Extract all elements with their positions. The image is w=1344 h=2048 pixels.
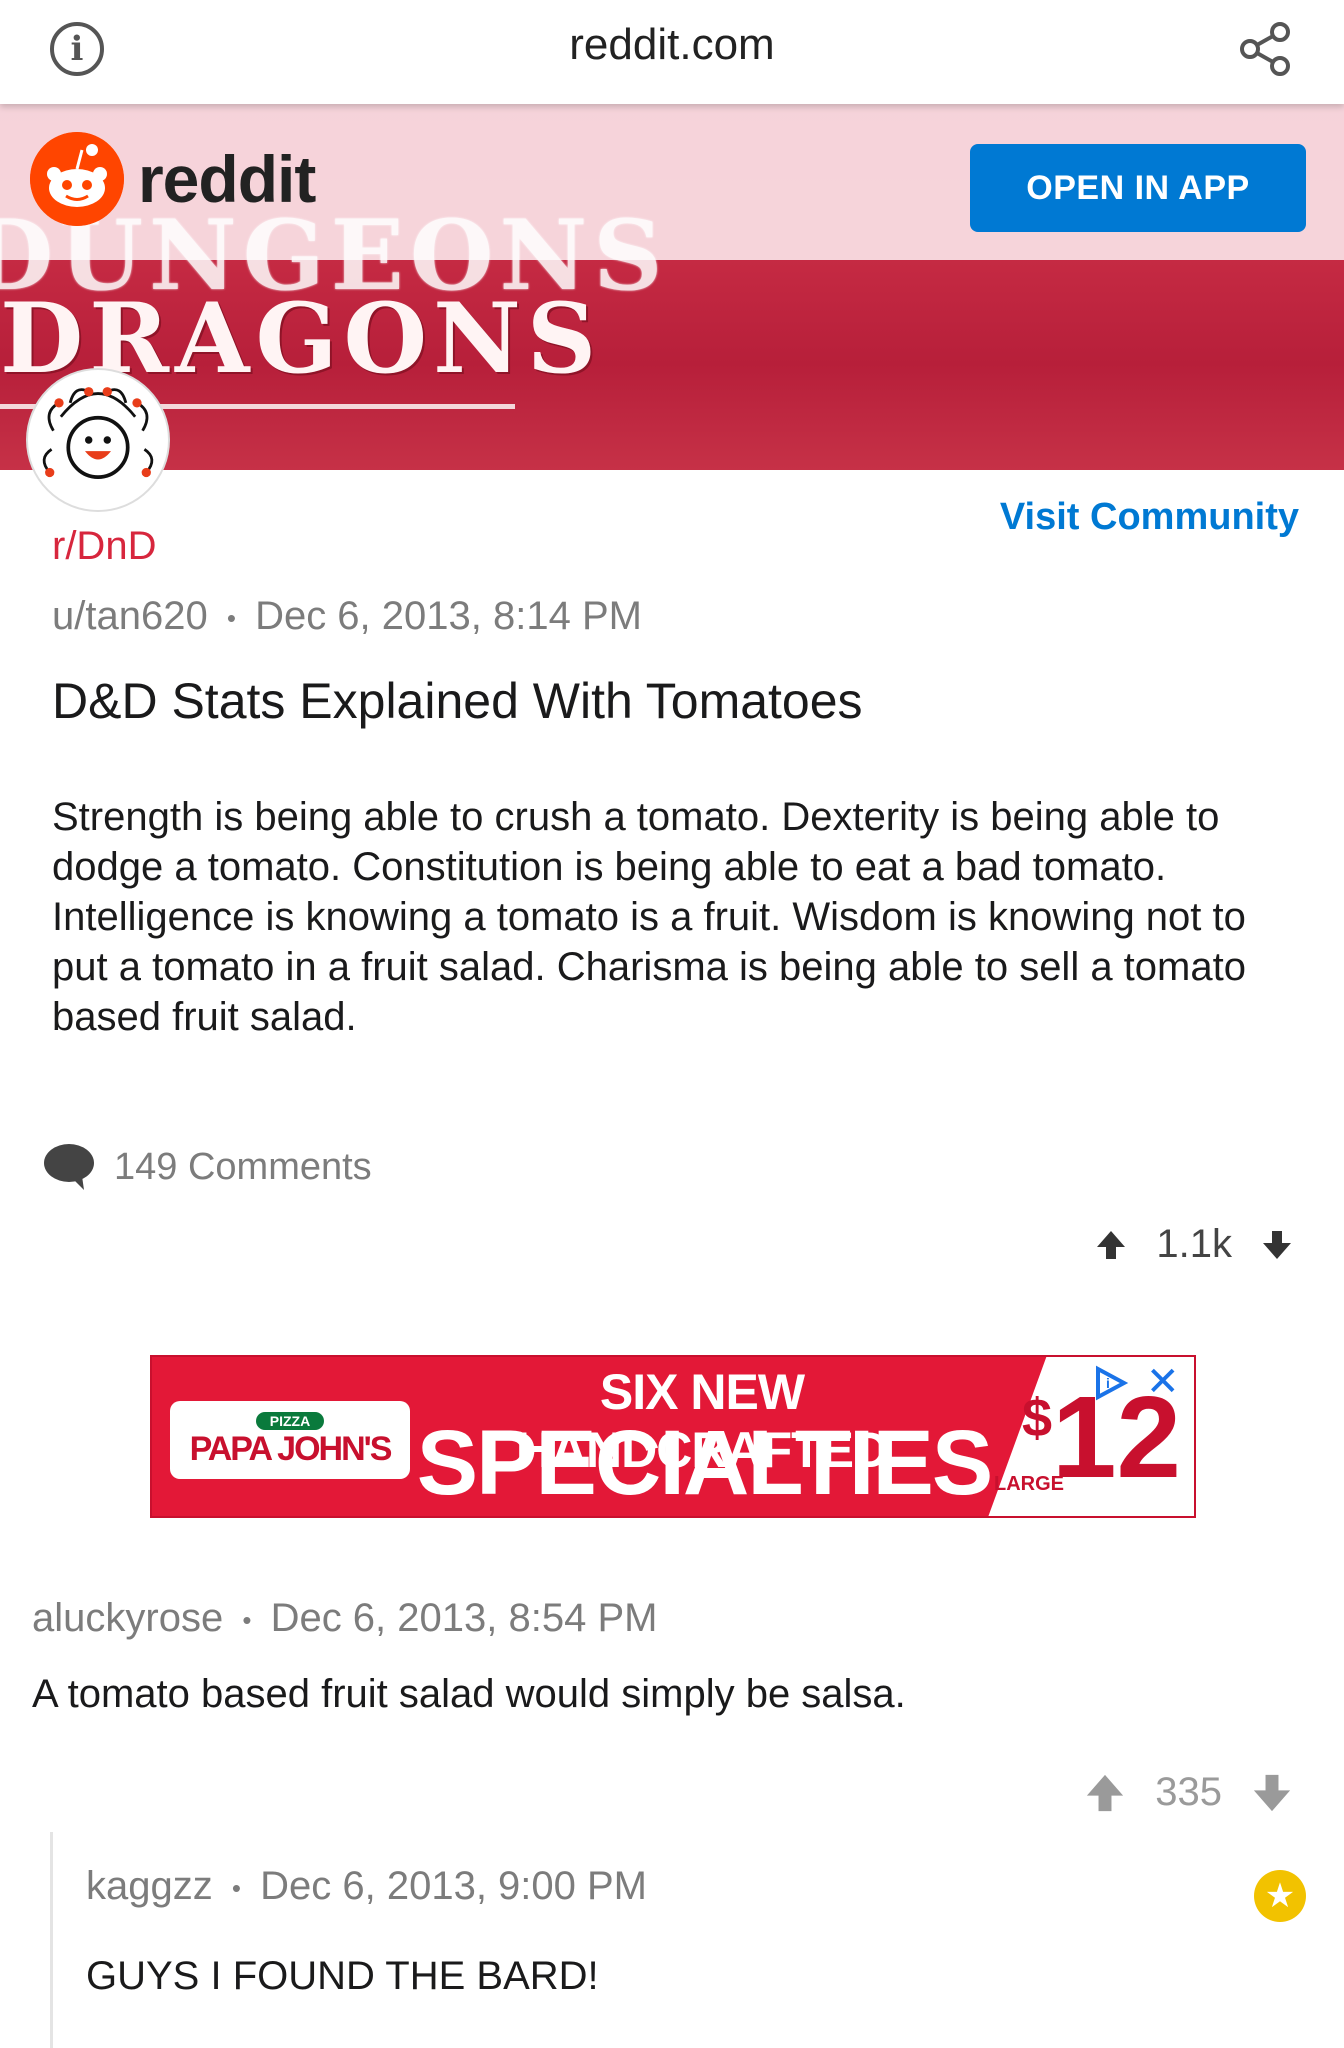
reddit-wordmark: reddit: [138, 142, 316, 216]
subreddit-banner: DUNGEONS DRAGONS reddit OPEN IN APP: [0, 104, 1344, 470]
share-icon[interactable]: [1236, 20, 1294, 78]
comments-count[interactable]: 149 Comments: [42, 1142, 372, 1192]
downvote-icon[interactable]: [1260, 1228, 1294, 1262]
comment-bubble-icon: [44, 1144, 94, 1190]
comment-timestamp: Dec 6, 2013, 8:54 PM: [270, 1596, 658, 1640]
upvote-icon[interactable]: [1094, 1228, 1128, 1262]
community-avatar[interactable]: [28, 370, 168, 510]
visit-community-link[interactable]: Visit Community: [1000, 496, 1299, 539]
reply-meta: kaggzz • Dec 6, 2013, 9:00 PM: [86, 1864, 647, 1909]
url-text[interactable]: reddit.com: [0, 20, 1344, 70]
comment-vote-controls: 335: [1083, 1770, 1294, 1815]
meta-separator: •: [226, 602, 236, 633]
svg-text:i: i: [1106, 1375, 1110, 1391]
ad-price-currency: $: [1022, 1388, 1053, 1448]
upvote-icon[interactable]: [1083, 1771, 1127, 1815]
browser-bar: i reddit.com: [0, 0, 1344, 104]
open-in-app-button[interactable]: OPEN IN APP: [970, 144, 1306, 232]
adchoices-icon[interactable]: i: [1092, 1365, 1132, 1401]
downvote-icon[interactable]: [1250, 1771, 1294, 1815]
subreddit-name[interactable]: r/DnD: [52, 524, 156, 569]
ad-size-label: LARGE: [994, 1473, 1064, 1495]
comments-label: 149 Comments: [114, 1145, 372, 1188]
reply-thread-line[interactable]: [50, 1832, 53, 2048]
star-award-icon[interactable]: ★: [1254, 1870, 1306, 1922]
ad-banner[interactable]: PIZZA PAPA JOHN'S SIX NEW HANDCRAFTED SP…: [150, 1355, 1196, 1518]
ad-logo-small: PIZZA: [255, 1411, 325, 1430]
meta-separator: •: [242, 1604, 252, 1635]
comment-timestamp: Dec 6, 2013, 9:00 PM: [260, 1864, 648, 1908]
reddit-logo[interactable]: reddit: [30, 132, 316, 226]
post-timestamp: Dec 6, 2013, 8:14 PM: [255, 594, 642, 638]
comment-body: A tomato based fruit salad would simply …: [32, 1672, 906, 1716]
post-title[interactable]: D&D Stats Explained With Tomatoes: [52, 672, 863, 730]
ad-logo: PIZZA PAPA JOHN'S: [170, 1401, 410, 1479]
comment-author[interactable]: aluckyrose: [32, 1596, 223, 1640]
comment-score: 335: [1155, 1770, 1222, 1814]
post-body: Strength is being able to crush a tomato…: [52, 795, 1246, 1039]
close-icon[interactable]: ✕: [1146, 1359, 1180, 1405]
meta-separator: •: [231, 1872, 241, 1903]
snoo-icon: [30, 132, 124, 226]
ad-subheadline: SPECIALTIES: [416, 1412, 993, 1514]
post-score: 1.1k: [1156, 1222, 1232, 1266]
post-meta: u/tan620 • Dec 6, 2013, 8:14 PM: [52, 594, 642, 639]
comment-meta: aluckyrose • Dec 6, 2013, 8:54 PM: [32, 1596, 657, 1641]
ad-logo-text: PAPA JOHN'S: [189, 1429, 393, 1468]
post-vote-controls: 1.1k: [1094, 1222, 1294, 1267]
post-author[interactable]: u/tan620: [52, 594, 208, 638]
comment-author[interactable]: kaggzz: [86, 1864, 213, 1908]
reply-body: GUYS I FOUND THE BARD!: [86, 1954, 599, 1998]
